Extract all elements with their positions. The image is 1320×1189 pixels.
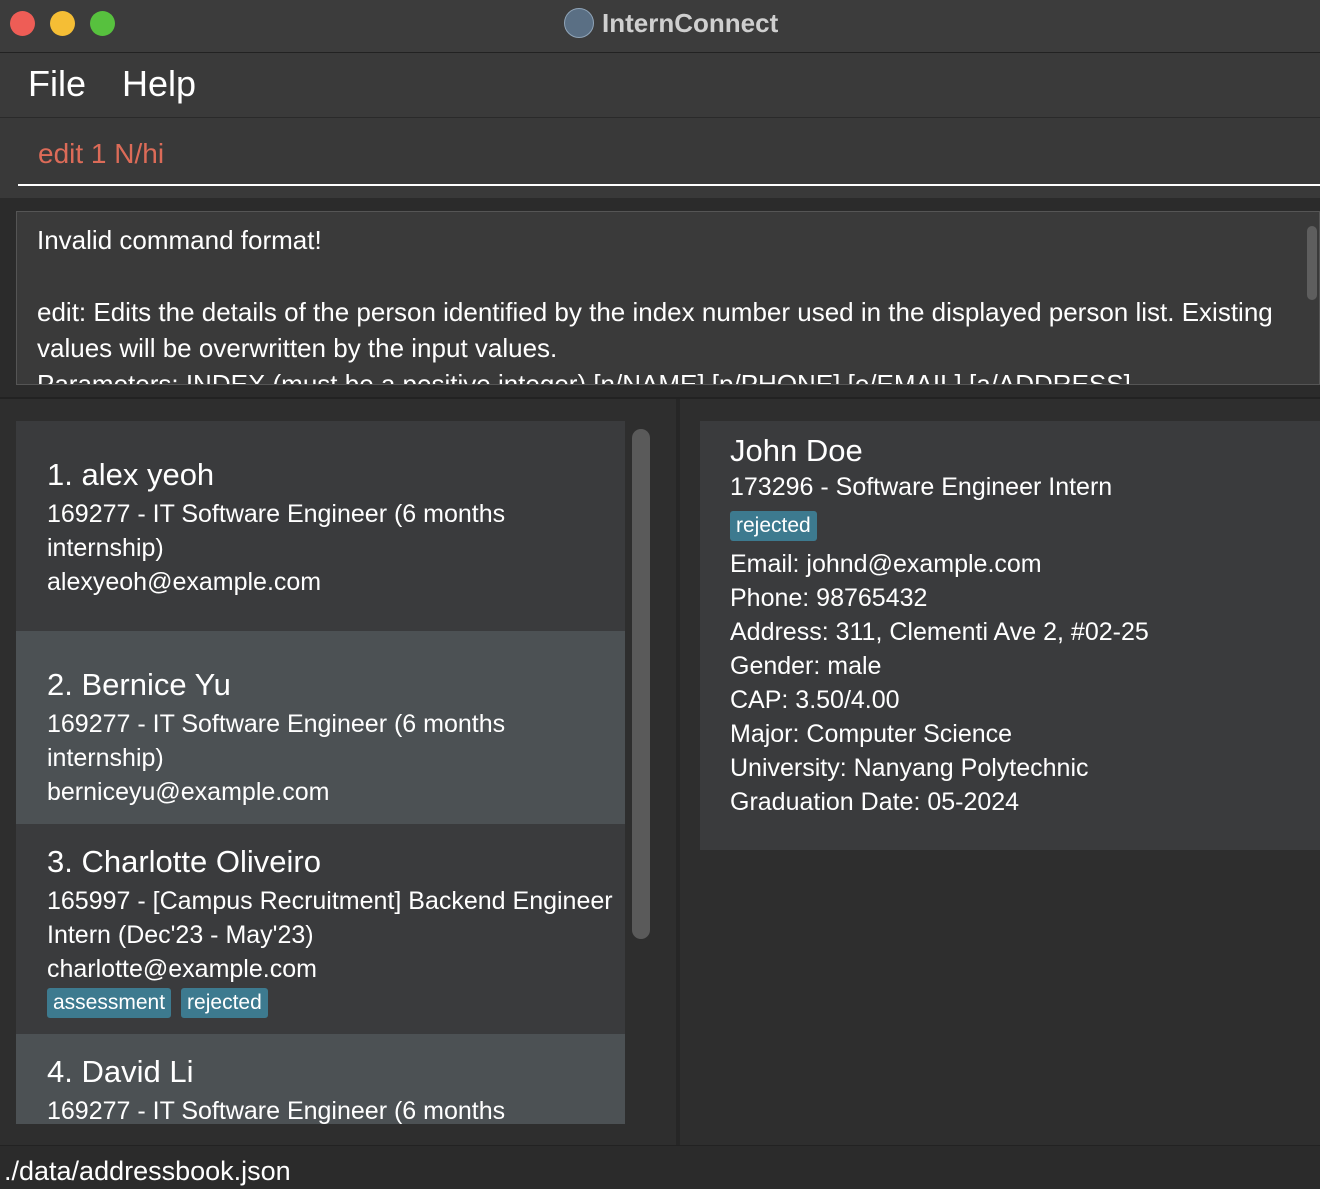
detail-university: University: Nanyang Polytechnic [730,754,1089,782]
person-name: 1. alex yeoh [47,457,215,492]
detail-address: Address: 311, Clementi Ave 2, #02-25 [730,618,1149,646]
person-list[interactable]: 1. alex yeoh 169277 - IT Software Enginee… [16,421,625,1124]
menu-file[interactable]: File [28,63,86,105]
person-email: charlotte@example.com [47,955,317,983]
detail-name: John Doe [730,433,863,468]
zoom-window-button[interactable] [90,11,115,36]
tag-badge: rejected [730,511,817,541]
result-text: Invalid command format! edit: Edits the … [37,225,1273,385]
person-card[interactable]: 3. Charlotte Oliveiro 165997 - [Campus Re… [16,824,625,1034]
status-bar: ./data/addressbook.json [0,1145,1320,1189]
title-bar: InternConnect [0,0,1320,53]
app-icon [564,8,594,38]
command-input-text: edit 1 N/hi [38,138,165,169]
result-scrollbar[interactable] [1307,226,1317,300]
person-list-panel: 1. alex yeoh 169277 - IT Software Enginee… [0,399,676,1145]
person-card[interactable]: 2. Bernice Yu 169277 - IT Software Engine… [16,631,625,841]
person-name: 2. Bernice Yu [47,667,231,702]
person-card[interactable]: 4. David Li 169277 - IT Software Engineer… [16,1034,625,1124]
person-job: 169277 - IT Software Engineer (6 months … [47,710,506,772]
detail-graduation: Graduation Date: 05-2024 [730,788,1020,816]
person-name: 3. Charlotte Oliveiro [47,844,321,879]
detail-tags: rejected [730,511,1320,541]
tag-badge: rejected [181,988,268,1018]
detail-cap: CAP: 3.50/4.00 [730,686,900,714]
detail-job: 173296 - Software Engineer Intern [730,473,1113,501]
person-list-scrollbar[interactable] [632,429,650,939]
window-title: InternConnect [602,8,779,38]
detail-phone: Phone: 98765432 [730,584,928,612]
person-card[interactable]: 1. alex yeoh 169277 - IT Software Enginee… [16,421,625,631]
person-email: alexyeoh@example.com [47,568,322,596]
menu-bar: File Help [0,53,1320,118]
detail-panel: John Doe 173296 - Software Engineer Inte… [680,399,1320,1145]
person-job: 169277 - IT Software Engineer (6 months … [47,500,506,562]
person-name: 4. David Li [47,1054,194,1089]
detail-gender: Gender: male [730,652,882,680]
person-email: berniceyu@example.com [47,778,330,806]
status-file-path: ./data/addressbook.json [4,1156,291,1186]
tag-badge: assessment [47,988,172,1018]
person-job: 165997 - [Campus Recruitment] Backend En… [47,887,613,949]
command-input[interactable]: edit 1 N/hi [18,118,1320,186]
close-window-button[interactable] [10,11,35,36]
detail-email: Email: johnd@example.com [730,550,1042,578]
result-display[interactable]: Invalid command format! edit: Edits the … [16,211,1320,385]
menu-help[interactable]: Help [122,63,196,105]
person-job: 169277 - IT Software Engineer (6 months … [47,1097,506,1124]
command-box: edit 1 N/hi [0,118,1320,198]
person-detail-card: John Doe 173296 - Software Engineer Inte… [700,421,1320,850]
minimize-window-button[interactable] [50,11,75,36]
detail-major: Major: Computer Science [730,720,1013,748]
person-tags: assessment rejected [47,988,625,1018]
